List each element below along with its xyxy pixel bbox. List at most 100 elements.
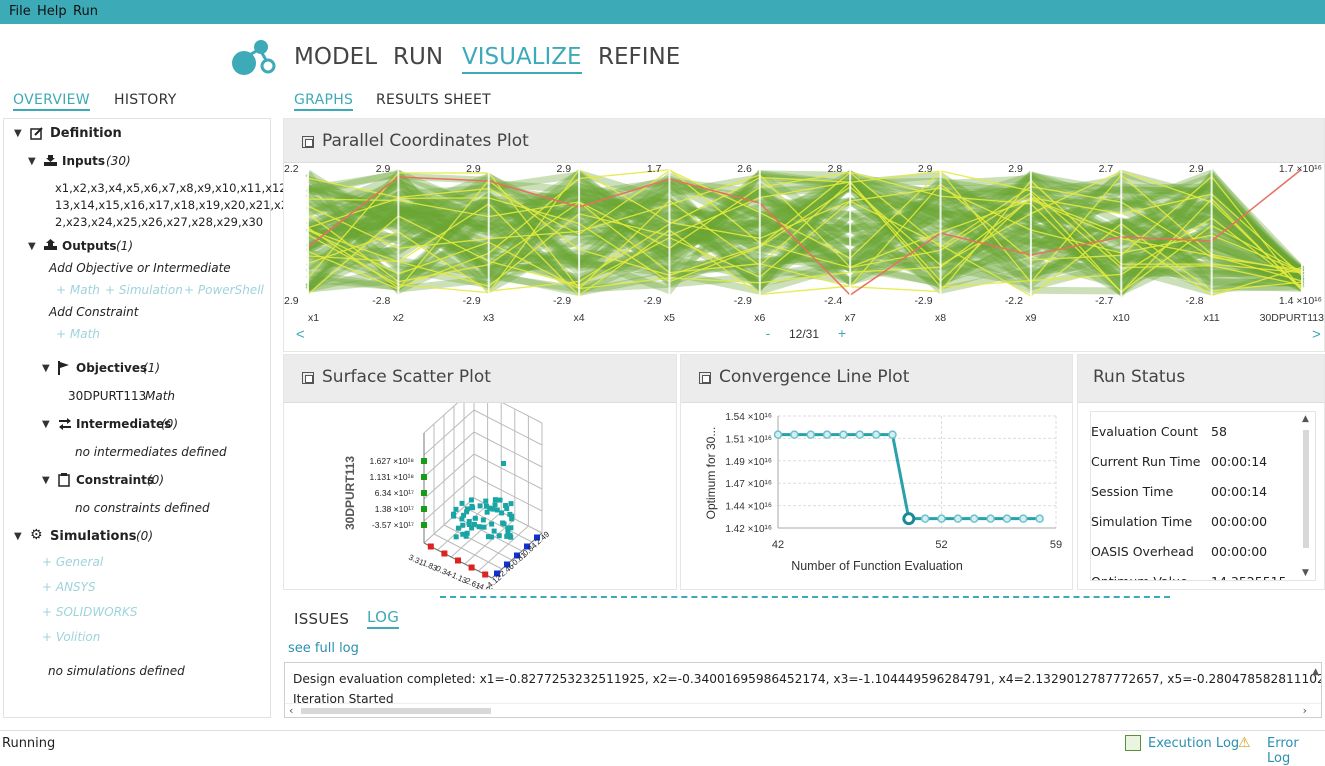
- tree-inputs[interactable]: Inputs: [62, 154, 105, 168]
- log-output[interactable]: Design evaluation completed: x1=-0.82772…: [284, 662, 1322, 718]
- menu-help[interactable]: Help: [37, 4, 67, 19]
- scatter-point: [480, 517, 486, 523]
- add-simulation-button[interactable]: + Simulation: [105, 283, 183, 297]
- scroll-left-icon[interactable]: ‹: [289, 704, 293, 717]
- add-general-button[interactable]: + General: [42, 555, 103, 569]
- scatter-point: [492, 497, 498, 503]
- run-status-value: 00:00:00: [1211, 544, 1268, 559]
- execution-log-link[interactable]: Execution Log: [1148, 736, 1239, 751]
- collapse-arrow-icon[interactable]: ▼: [14, 128, 22, 139]
- tab-log[interactable]: LOG: [367, 608, 400, 629]
- axis-name-label: x3: [483, 312, 494, 324]
- surface-scatter-chart[interactable]: -3.57 ×10¹⁷ 1.38 ×10¹⁷ 6.34 ×10¹⁷ 1.131 ×10…: [284, 403, 676, 589]
- see-full-log-link[interactable]: see full log: [288, 641, 359, 656]
- nav-run[interactable]: RUN: [393, 44, 443, 70]
- tree-constraints[interactable]: Constraints: [76, 473, 154, 487]
- simulations-count: (0): [136, 529, 153, 543]
- tab-results-sheet[interactable]: RESULTS SHEET: [376, 92, 491, 108]
- scatter-point: [483, 498, 489, 504]
- no-simulations-text: no simulations defined: [48, 664, 185, 678]
- collapse-arrow-icon[interactable]: ▼: [42, 363, 50, 374]
- data-point: [937, 514, 946, 523]
- add-powershell-button[interactable]: + PowerShell: [184, 283, 264, 297]
- parallel-coordinates-chart[interactable]: 2.22.9x12.9-2.8x22.9-2.9x32.9-2.9x41.7-2…: [284, 163, 1324, 351]
- add-math-button[interactable]: + Math: [56, 283, 100, 297]
- tab-overview[interactable]: OVERVIEW: [13, 92, 90, 111]
- axis-marker: [421, 474, 427, 480]
- scatter-point: [451, 513, 457, 519]
- scatter-point: [453, 506, 459, 512]
- menu-file[interactable]: File: [9, 4, 31, 19]
- scroll-down-icon[interactable]: ▼: [1302, 568, 1309, 578]
- objective-type: Math: [145, 389, 176, 403]
- scatter-point: [487, 505, 493, 511]
- nav-model[interactable]: MODEL: [294, 44, 377, 70]
- y-axis-label: Optimum for 30...: [704, 427, 718, 520]
- tab-issues[interactable]: ISSUES: [294, 610, 349, 628]
- axis-name-label: x8: [935, 312, 946, 324]
- splitter[interactable]: [440, 596, 1170, 598]
- scroll-right-icon[interactable]: ›: [1303, 704, 1307, 717]
- scatter-point: [508, 501, 514, 507]
- tree-simulations[interactable]: Simulations: [50, 529, 136, 544]
- nav-refine[interactable]: REFINE: [598, 44, 680, 70]
- nav-visualize[interactable]: VISUALIZE: [462, 44, 582, 74]
- add-constraint-link[interactable]: Add Constraint: [49, 305, 138, 319]
- x-tick-label: 42: [772, 539, 784, 551]
- objective-item[interactable]: 30DPURT113: [68, 389, 146, 403]
- scatter-point: [500, 520, 506, 526]
- add-objective-link[interactable]: Add Objective or Intermediate: [49, 261, 231, 275]
- collapse-arrow-icon[interactable]: ▼: [42, 419, 50, 430]
- convergence-chart[interactable]: 1.54 ×10¹⁶ 1.51 ×10¹⁶ 1.49 ×10¹⁶ 1.47 ×10¹⁶…: [681, 403, 1072, 589]
- collapse-arrow-icon[interactable]: ▼: [14, 531, 22, 542]
- add-ansys-button[interactable]: + ANSYS: [42, 580, 96, 594]
- tree-objectives[interactable]: Objectives: [76, 361, 147, 375]
- collapse-arrow-icon[interactable]: ▼: [42, 475, 50, 486]
- axis-top-label: 2.6: [737, 163, 752, 175]
- scroll-up-icon[interactable]: ▲: [1302, 414, 1309, 424]
- expand-icon[interactable]: [699, 372, 711, 384]
- clipboard-icon: [58, 473, 70, 487]
- scroll-up-icon[interactable]: ▲: [1312, 667, 1319, 677]
- add-constraint-math-label: Math: [69, 327, 100, 341]
- horizontal-scrollbar[interactable]: ‹ ›: [285, 703, 1321, 717]
- menu-run[interactable]: Run: [73, 4, 98, 19]
- tab-graphs[interactable]: GRAPHS: [294, 92, 354, 111]
- grid-line: [502, 403, 543, 424]
- axis-bottom-label: 2.9: [284, 295, 299, 307]
- axis-top-label: 2.9: [918, 163, 933, 175]
- axis-marker: [441, 550, 448, 557]
- add-solidworks-button[interactable]: + SOLIDWORKS: [42, 605, 138, 619]
- scatter-point: [453, 534, 459, 540]
- constraints-count: (0): [147, 473, 164, 487]
- warning-icon[interactable]: ⚠: [1238, 735, 1251, 751]
- axis-name-label: x7: [845, 312, 856, 324]
- add-volition-button[interactable]: + Volition: [42, 630, 100, 644]
- axis-bottom-label: -2.9: [643, 295, 661, 307]
- z-tick-label: -3.57 ×10¹⁷: [372, 520, 414, 530]
- tree-definition[interactable]: Definition: [50, 126, 122, 141]
- axis-bottom-label: -2.2: [1005, 295, 1023, 307]
- run-status-list[interactable]: Evaluation Count 58 Current Run Time 00:00:…: [1090, 411, 1316, 581]
- add-constraint-math-button[interactable]: + Math: [56, 327, 100, 341]
- axis-name-label: x4: [574, 312, 585, 324]
- data-point: [986, 514, 995, 523]
- scroll-thumb[interactable]: [1303, 430, 1309, 548]
- y-tick-label: 1.54 ×10¹⁶: [725, 412, 772, 423]
- expand-icon[interactable]: [302, 372, 314, 384]
- tree-outputs[interactable]: Outputs: [62, 239, 117, 253]
- inputs-list-line: 13,x14,x15,x16,x17,x18,x19,x20,x21,x2: [55, 198, 289, 212]
- scroll-thumb[interactable]: [301, 708, 491, 714]
- panel-title: Parallel Coordinates Plot: [322, 131, 529, 151]
- collapse-arrow-icon[interactable]: ▼: [28, 156, 36, 167]
- scrollbar[interactable]: ▲ ▼: [1299, 412, 1313, 580]
- execution-log-icon[interactable]: [1125, 735, 1141, 751]
- expand-icon[interactable]: [302, 136, 314, 148]
- collapse-arrow-icon[interactable]: ▼: [28, 241, 36, 252]
- z-tick-label: 1.38 ×10¹⁷: [375, 504, 414, 514]
- axis-name-label: x9: [1025, 312, 1036, 324]
- tree-intermediates[interactable]: Intermediates: [76, 417, 171, 431]
- scatter-point: [501, 461, 506, 466]
- tab-history[interactable]: HISTORY: [114, 92, 177, 108]
- error-log-link[interactable]: Error Log: [1267, 736, 1325, 766]
